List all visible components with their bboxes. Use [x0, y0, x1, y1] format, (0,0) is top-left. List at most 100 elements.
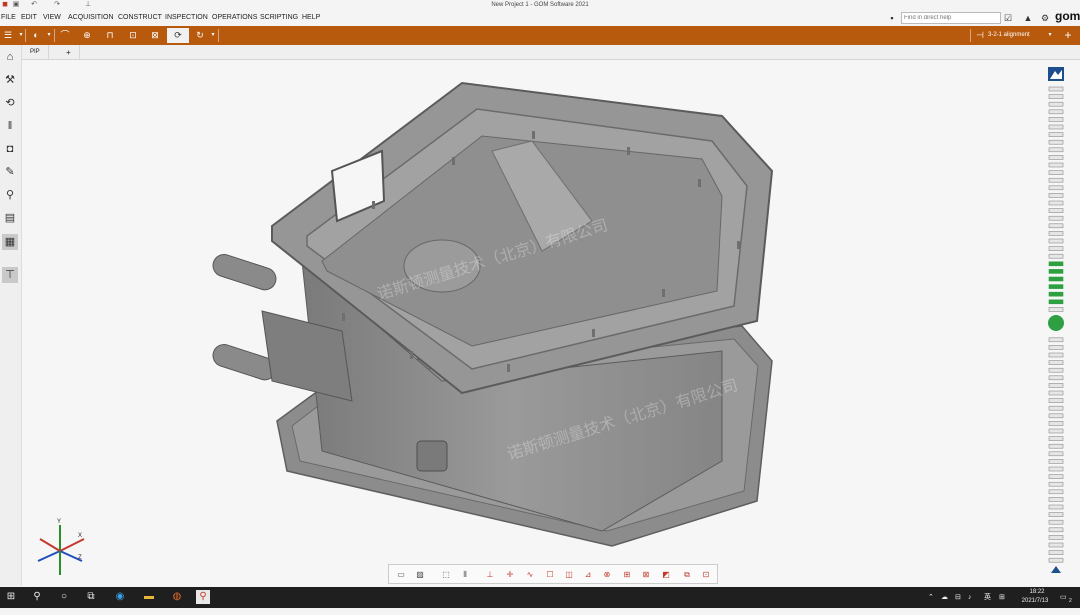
help-icon[interactable]: ☑ — [1002, 12, 1014, 24]
shop-icon[interactable]: ▪ — [886, 12, 898, 24]
scale-step — [1048, 451, 1064, 457]
add-tab-button[interactable]: + — [58, 45, 80, 60]
windows-start-icon[interactable]: ⊞ — [4, 590, 18, 604]
scale-step — [1048, 519, 1064, 525]
scale-step — [1048, 550, 1064, 555]
scale-step — [1048, 542, 1064, 548]
refresh-active-icon[interactable]: ⟳ — [167, 28, 189, 43]
scale-step — [1048, 436, 1064, 441]
probe-icon[interactable]: ✎ — [2, 164, 18, 180]
scale-step — [1048, 504, 1064, 510]
dropdown-icon[interactable]: ▾ — [1043, 29, 1057, 42]
axis-x-label: X — [78, 533, 83, 539]
add-icon[interactable]: + — [1061, 29, 1075, 42]
capture-icon[interactable]: ⧉ — [680, 568, 694, 581]
label-icon[interactable]: ◩ — [659, 568, 673, 581]
section-icon[interactable]: ◫ — [562, 568, 576, 581]
window-title: New Project 1 - GOM Software 2021 — [491, 2, 589, 8]
scale-step — [1048, 345, 1064, 350]
axis-z-label: Z — [78, 555, 82, 561]
scale-step — [1048, 375, 1064, 381]
scale-step — [1048, 253, 1064, 259]
scale-step — [1048, 557, 1064, 563]
firefox-icon[interactable]: ◍ — [170, 590, 184, 604]
network-icon[interactable]: ⊟ — [955, 587, 961, 608]
home-icon[interactable]: ⌂ — [2, 49, 18, 65]
clock-time[interactable]: 18:22 — [1022, 589, 1052, 595]
language-indicator[interactable]: 英 — [984, 587, 991, 608]
frame-icon[interactable]: ⊓ — [103, 29, 117, 42]
scale-step — [1048, 421, 1064, 426]
notification-icon[interactable]: ▭ — [1060, 587, 1067, 608]
notification-count: 2 — [1069, 598, 1072, 604]
scale-step — [1048, 489, 1064, 495]
scale-step — [1048, 337, 1064, 343]
recompute-icon[interactable]: ↻ — [193, 29, 207, 42]
3d-model[interactable] — [22, 61, 1040, 586]
task-view-icon[interactable]: ⧉ — [84, 590, 98, 604]
scale-step — [1048, 86, 1064, 92]
menu-inspection[interactable]: INSPECTION — [165, 10, 208, 26]
pattern-icon[interactable]: ⊗ — [600, 568, 614, 581]
fit-icon[interactable]: ⊡ — [126, 29, 140, 42]
scale-step — [1048, 299, 1064, 305]
cross-icon[interactable]: ⊠ — [639, 568, 653, 581]
menu-acquisition[interactable]: ACQUISITION — [68, 10, 114, 26]
bars-icon[interactable]: ‖ — [2, 118, 18, 134]
menu-scripting[interactable]: SCRIPTING — [260, 10, 298, 26]
alignment-selector[interactable]: 3-2-1 alignment — [988, 26, 1030, 45]
scale-step — [1048, 177, 1064, 183]
camera-icon[interactable]: ◘ — [2, 141, 18, 157]
box-icon[interactable]: ⊞ — [620, 568, 634, 581]
folder-icon[interactable]: ▬ — [142, 590, 156, 604]
volume-icon[interactable]: ♪ — [968, 587, 972, 608]
edge-icon[interactable]: ◉ — [113, 590, 127, 604]
menu-file[interactable]: FILE — [1, 10, 16, 26]
cortana-icon[interactable]: ○ — [57, 590, 71, 604]
tray-cloud-icon[interactable]: ☁ — [941, 587, 948, 608]
clip-icon[interactable]: ▨ — [413, 568, 427, 581]
menu-construct[interactable]: CONSTRUCT — [118, 10, 162, 26]
plane-icon[interactable]: ⊥ — [483, 568, 497, 581]
axis-triad — [37, 525, 85, 575]
scale-step — [1048, 527, 1064, 533]
search-icon[interactable]: ⚲ — [30, 590, 44, 604]
search-icon[interactable]: ⚲ — [2, 187, 18, 203]
view-icon[interactable]: ▭ — [394, 568, 408, 581]
rotate-icon[interactable]: ⟲ — [2, 95, 18, 111]
menu-operations[interactable]: OPERATIONS — [212, 10, 257, 26]
title-bar: ◼ ▣ ↶ ↷ ⊥ New Project 1 - GOM Software 2… — [0, 0, 1080, 10]
tray-chevron-icon[interactable]: ⌃ — [928, 587, 934, 608]
menu-toggle-icon[interactable]: ☰ — [1, 29, 15, 42]
help-search-input[interactable] — [901, 12, 1001, 24]
gom-app-icon[interactable]: ⚲ — [196, 590, 210, 604]
wrench-icon[interactable]: ⚒ — [2, 72, 18, 88]
menu-edit[interactable]: EDIT — [21, 10, 37, 26]
tab-pip[interactable]: PIP — [22, 45, 49, 60]
split-icon[interactable]: ⫴ — [458, 568, 472, 581]
target-icon[interactable]: ⊕ — [80, 29, 94, 42]
report-icon[interactable]: ▤ — [2, 210, 18, 226]
square-icon[interactable]: ☐ — [543, 568, 557, 581]
deviation-scale[interactable] — [1040, 61, 1080, 586]
menu-help[interactable]: HELP — [302, 10, 320, 26]
3d-viewport[interactable]: 诺斯顿测量技术（北京）有限公司 诺斯顿测量技术（北京）有限公司 Y X Z — [22, 61, 1040, 586]
sensor-icon[interactable]: ⌒ — [58, 29, 72, 42]
gom-logo: gom — [1055, 9, 1080, 23]
clock-date[interactable]: 2021/7/13 — [1014, 598, 1056, 604]
gear-icon[interactable]: ⚙ — [1039, 12, 1051, 24]
bottom-toolbar: ▭ ▨ ⬚ ⫴ ⊥ ✛ ∿ ☐ ◫ ⊿ ⊗ ⊞ ⊠ ◩ ⧉ ⊡ — [388, 564, 718, 584]
wave-icon[interactable]: ∿ — [523, 568, 537, 581]
menu-view[interactable]: VIEW — [43, 10, 61, 26]
ime-icon[interactable]: ⊞ — [999, 587, 1005, 608]
acquire-icon[interactable]: ◐ — [29, 29, 43, 42]
pin-icon[interactable]: ⊤ — [2, 267, 18, 283]
grid-icon[interactable]: ▦ — [2, 234, 18, 250]
measure-icon[interactable]: ⊿ — [581, 568, 595, 581]
select-icon[interactable]: ⬚ — [439, 568, 453, 581]
report-add-icon[interactable]: ⊡ — [699, 568, 713, 581]
alignment-icon[interactable]: ⊣ — [973, 29, 987, 42]
snapshot-icon[interactable]: ⊠ — [148, 29, 162, 42]
academy-icon[interactable]: ▲ — [1022, 12, 1034, 24]
point-icon[interactable]: ✛ — [503, 568, 517, 581]
